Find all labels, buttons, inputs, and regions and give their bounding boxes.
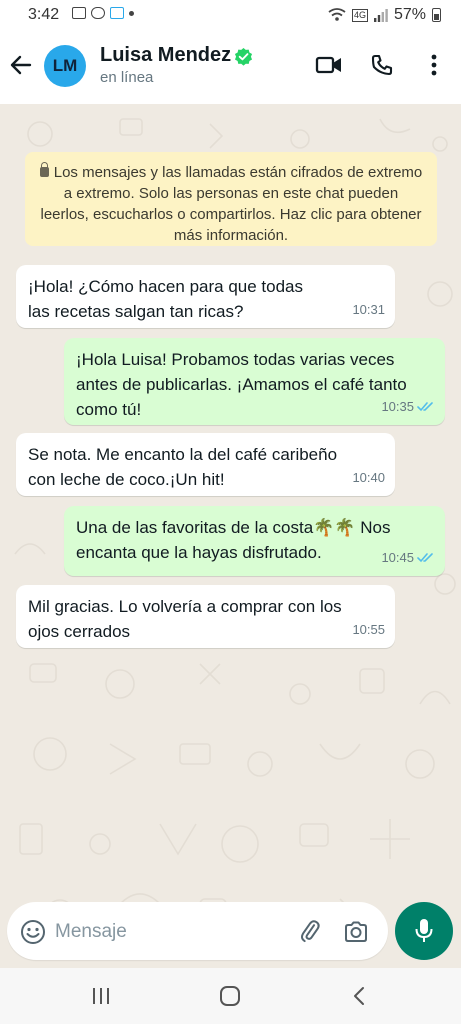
message-text: ¡Hola! ¿Cómo hacen para que todas las re… (28, 277, 303, 321)
message-text: ¡Hola Luisa! Probamos todas varias veces… (76, 350, 407, 419)
message-input[interactable] (53, 916, 287, 948)
encryption-notice[interactable]: Los mensajes y las llamadas están cifrad… (25, 152, 437, 246)
microphone-icon (415, 919, 433, 942)
home-button[interactable] (217, 984, 243, 1008)
message-time: 10:40 (352, 470, 385, 485)
chat-header: LM Luisa Mendez en línea (0, 30, 461, 104)
voice-message-button[interactable] (395, 902, 453, 960)
message-bubble-incoming[interactable]: Se nota. Me encanto la del café caribeño… (16, 433, 395, 496)
encryption-notice-text: Los mensajes y las llamadas están cifrad… (40, 164, 423, 244)
message-input-container (7, 902, 388, 960)
gallery-notification-icon (72, 7, 86, 19)
voicemail-notification-icon (91, 7, 105, 19)
message-text: Se nota. Me encanto la del café caribeño… (28, 445, 338, 489)
verified-badge-icon (234, 47, 253, 66)
avatar[interactable]: LM (44, 45, 86, 87)
contact-name[interactable]: Luisa Mendez (100, 44, 231, 67)
message-input-bar (0, 900, 461, 968)
emoji-icon[interactable] (20, 919, 46, 945)
system-navigation-bar (0, 968, 461, 1024)
message-time: 10:55 (352, 622, 385, 637)
battery-icon (432, 8, 441, 22)
volte-icon: 4G (351, 8, 368, 22)
more-options-button[interactable] (419, 50, 449, 80)
signal-icon (373, 8, 388, 22)
message-text: Mil gracias. Lo volvería a comprar con l… (28, 597, 342, 641)
message-time: 10:35 (381, 399, 414, 414)
message-bubble-incoming[interactable]: ¡Hola! ¿Cómo hacen para que todas las re… (16, 265, 395, 328)
video-call-icon (315, 56, 341, 74)
video-call-button[interactable] (314, 50, 344, 80)
voice-call-button[interactable] (367, 50, 397, 80)
lock-icon (39, 162, 49, 177)
phone-icon (371, 54, 393, 76)
app-notification-icon (110, 7, 124, 19)
message-bubble-incoming[interactable]: Mil gracias. Lo volvería a comprar con l… (16, 585, 395, 648)
read-receipt-icon (417, 402, 433, 412)
chat-area[interactable]: Los mensajes y las llamadas están cifrad… (0, 104, 461, 968)
recent-apps-icon (93, 988, 109, 1004)
message-time: 10:45 (381, 550, 414, 565)
battery-percent: 57% (393, 6, 426, 23)
camera-icon[interactable] (343, 919, 369, 945)
message-bubble-outgoing[interactable]: ¡Hola Luisa! Probamos todas varias veces… (64, 338, 445, 425)
nav-back-icon (354, 987, 364, 1005)
message-bubble-outgoing[interactable]: Una de las favoritas de la costa🌴🌴 Nos e… (64, 506, 445, 576)
read-receipt-icon (417, 553, 433, 563)
status-bar: 3:42 4G 57% (0, 0, 461, 30)
more-notifications-icon (129, 10, 134, 16)
contact-status: en línea (100, 69, 154, 86)
attach-icon[interactable] (297, 918, 323, 944)
home-icon (220, 986, 240, 1006)
wifi-icon (328, 8, 346, 21)
status-time: 3:42 (28, 6, 60, 23)
more-vert-icon (431, 54, 437, 76)
message-time: 10:31 (352, 302, 385, 317)
recent-apps-button[interactable] (88, 984, 114, 1008)
back-arrow-icon[interactable] (8, 52, 34, 78)
message-text: Una de las favoritas de la costa🌴🌴 Nos e… (76, 518, 391, 562)
nav-back-button[interactable] (346, 984, 372, 1008)
